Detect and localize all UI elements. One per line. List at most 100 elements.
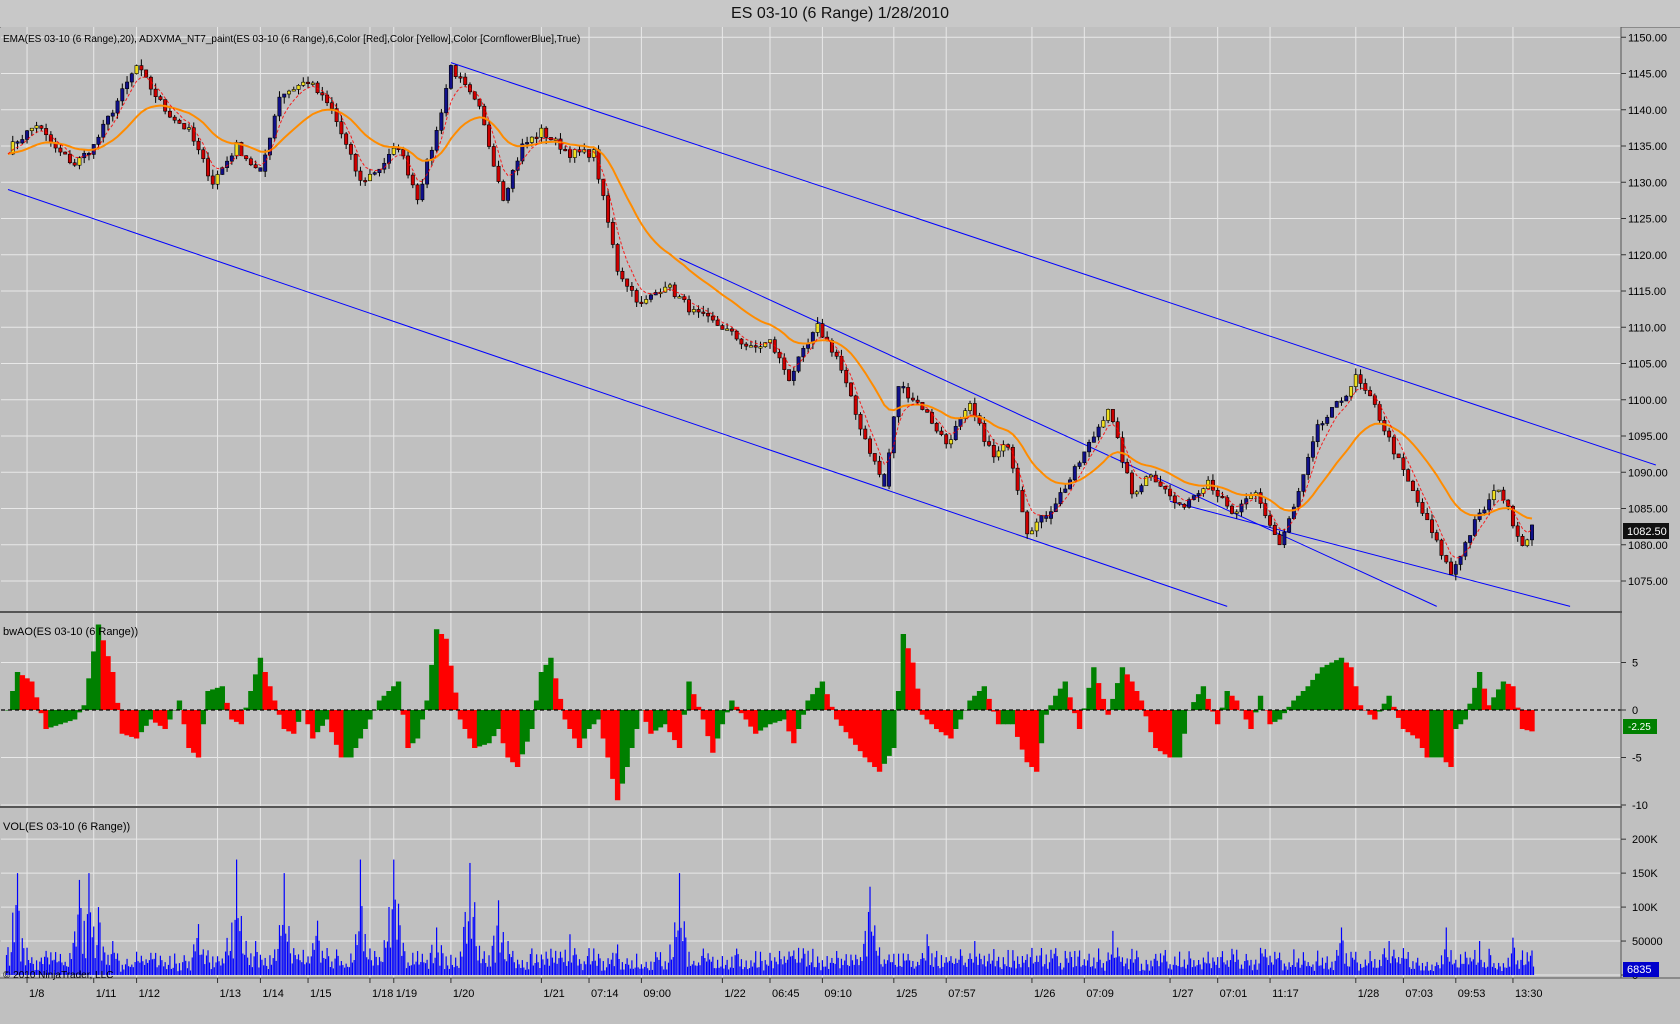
ao-bar bbox=[200, 710, 206, 725]
ao-bar bbox=[443, 638, 449, 710]
candle-body bbox=[634, 290, 639, 303]
candle-body bbox=[444, 88, 449, 114]
ao-bar bbox=[957, 710, 964, 720]
ao-bar bbox=[538, 672, 545, 710]
ao-bar bbox=[1476, 672, 1483, 710]
x-tick-label: 13:30 bbox=[1515, 988, 1543, 1000]
ao-bar bbox=[1005, 710, 1011, 725]
ao-bar bbox=[1062, 681, 1068, 710]
candle-body bbox=[1277, 534, 1282, 546]
ao-bar bbox=[1505, 683, 1511, 710]
candle-body bbox=[510, 170, 515, 189]
ao-bar bbox=[1248, 710, 1254, 729]
ao-bar bbox=[1057, 688, 1064, 710]
y-axis[interactable]: 1150.00 1145.00 1140.00 1135.00 1130.00 1125.… bbox=[1621, 32, 1668, 982]
candle-body bbox=[458, 76, 463, 79]
candle-body bbox=[448, 65, 453, 89]
ao-bar bbox=[686, 681, 692, 710]
ao-bar bbox=[757, 710, 764, 731]
ao-bar bbox=[938, 710, 945, 733]
ao-bar bbox=[1462, 710, 1469, 720]
candle-body bbox=[1358, 374, 1363, 384]
ao-bar bbox=[1453, 710, 1459, 729]
ao-bar bbox=[729, 700, 735, 710]
ao-bar bbox=[781, 710, 787, 720]
ao-bar bbox=[100, 640, 106, 710]
ao-bar bbox=[981, 686, 987, 710]
ao-bar bbox=[381, 695, 387, 710]
ao-bar bbox=[876, 710, 883, 772]
candle-body bbox=[1258, 492, 1263, 504]
candle-body bbox=[1139, 485, 1144, 493]
candle-body bbox=[563, 149, 568, 152]
candle-body bbox=[1453, 564, 1458, 575]
candle-body bbox=[1077, 462, 1082, 467]
candle-body bbox=[358, 170, 363, 181]
x-axis[interactable]: 1/8 1/11 1/12 1/13 1/14 1/15 1/18 1/19 1/20 1/21 0… bbox=[26, 978, 1543, 1000]
candle-body bbox=[101, 123, 106, 138]
ao-bar bbox=[1138, 700, 1145, 710]
volume-panel[interactable] bbox=[1, 807, 1621, 978]
ao-bar bbox=[333, 710, 340, 745]
ao-bar bbox=[557, 698, 564, 710]
ao-bar bbox=[286, 710, 292, 732]
candle-body bbox=[44, 128, 49, 136]
ao-bar bbox=[1224, 691, 1230, 710]
candle-body bbox=[406, 155, 411, 176]
ao-bar bbox=[1172, 710, 1178, 758]
ao-bar bbox=[148, 710, 154, 720]
candle-body bbox=[1158, 481, 1163, 487]
ao-bar bbox=[1467, 703, 1473, 710]
candle-body bbox=[1106, 409, 1111, 421]
ao-bar bbox=[595, 710, 602, 720]
ao-bar bbox=[124, 710, 130, 736]
ao-bar bbox=[943, 710, 949, 736]
ao-bar bbox=[400, 710, 406, 715]
ao-bar bbox=[1357, 705, 1364, 710]
x-tick-label: 1/15 bbox=[310, 988, 331, 1000]
candle-body bbox=[348, 144, 353, 155]
ao-bar bbox=[1014, 710, 1021, 737]
candle-body bbox=[929, 412, 934, 424]
candle-body bbox=[253, 164, 258, 169]
ao-bar bbox=[1267, 710, 1273, 725]
ao-bar bbox=[838, 710, 845, 726]
candle-body bbox=[306, 81, 311, 84]
price-panel[interactable] bbox=[1, 27, 1621, 612]
ao-bar bbox=[310, 710, 316, 739]
ao-bar bbox=[953, 710, 959, 729]
ao-bar bbox=[438, 634, 445, 710]
ao-bar bbox=[491, 710, 497, 737]
candle-body bbox=[677, 296, 682, 299]
candle-body bbox=[1387, 430, 1392, 438]
candle-body bbox=[839, 355, 844, 371]
ao-bar bbox=[1181, 710, 1188, 734]
ao-bar bbox=[1315, 673, 1321, 710]
ao-bar bbox=[591, 710, 597, 725]
ao-bar bbox=[467, 710, 473, 739]
ao-bar bbox=[914, 688, 921, 710]
candle-body bbox=[868, 438, 872, 454]
chart-canvas[interactable]: 1150.00 1145.00 1140.00 1135.00 1130.00 1125.… bbox=[0, 0, 1680, 1024]
y-tick-label: 0 bbox=[1632, 705, 1638, 717]
candle-body bbox=[901, 386, 906, 389]
ao-bar bbox=[10, 691, 16, 710]
ao-bar bbox=[648, 710, 654, 734]
candle-body bbox=[125, 81, 130, 89]
candle-body bbox=[1410, 480, 1415, 492]
candle-body bbox=[1220, 496, 1225, 499]
candle-body bbox=[610, 221, 615, 245]
ao-bar bbox=[529, 710, 535, 729]
candle-body bbox=[187, 127, 191, 130]
candle-body bbox=[301, 81, 306, 86]
candle-body bbox=[1072, 466, 1077, 481]
ao-bar bbox=[143, 710, 149, 726]
candle-body bbox=[1520, 536, 1525, 546]
candle-body bbox=[777, 351, 782, 359]
ao-bar bbox=[1091, 667, 1097, 710]
candle-body bbox=[787, 369, 792, 381]
candle-body bbox=[1420, 502, 1425, 514]
ao-bar bbox=[1129, 681, 1135, 710]
candle-body bbox=[463, 76, 468, 85]
candle-body bbox=[172, 116, 177, 121]
